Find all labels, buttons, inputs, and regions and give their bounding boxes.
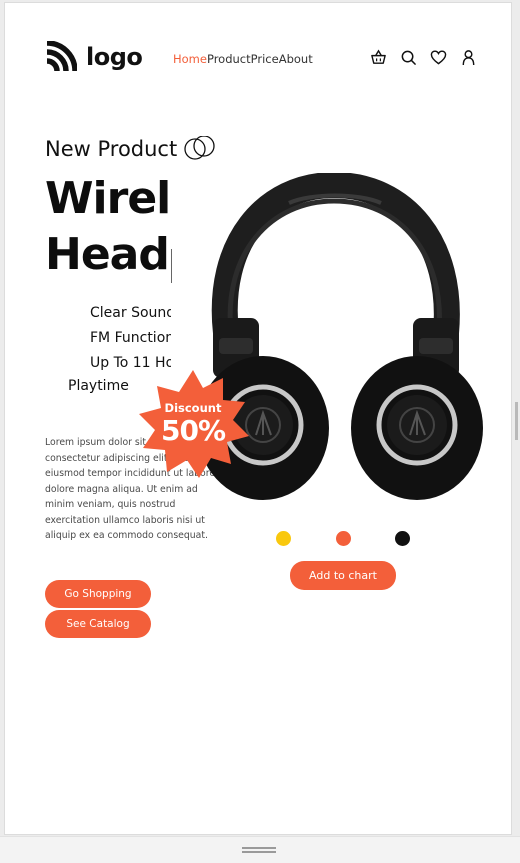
hero-kicker: New Product — [45, 136, 217, 162]
discount-value: 50% — [160, 414, 226, 447]
rings-icon — [184, 136, 215, 160]
description-line: aliquip ex ea commodo consequat. — [45, 530, 208, 541]
go-shopping-button[interactable]: Go Shopping — [45, 580, 151, 608]
feature-item: FM Function — [90, 330, 171, 346]
add-to-cart-button[interactable]: Add to chart — [290, 561, 396, 590]
color-swatch-black[interactable] — [395, 531, 410, 546]
color-swatch-yellow[interactable] — [276, 531, 291, 546]
drag-handle-icon[interactable] — [242, 847, 276, 853]
nav-item-price[interactable]: Price — [251, 52, 279, 66]
description-line: exercitation ullamco laboris nisi ut — [45, 514, 205, 526]
feature-item: Playtime — [68, 378, 129, 394]
nav-item-home[interactable]: Home — [173, 52, 207, 66]
hero-title: Wireless Headphones — [45, 171, 171, 291]
nav-item-product[interactable]: Product — [207, 52, 251, 66]
user-icon[interactable] — [460, 49, 477, 66]
title-line-1: Wireless — [45, 173, 171, 224]
logo-icon — [46, 41, 77, 72]
feature-item: Clear Sound — [90, 305, 171, 321]
logo[interactable]: logo — [45, 41, 143, 73]
main-nav: Home Product Price About — [173, 52, 313, 66]
see-catalog-button[interactable]: See Catalog — [45, 610, 151, 638]
color-swatch-orange[interactable] — [336, 531, 351, 546]
bottom-bar — [0, 836, 520, 863]
landing-page: logo Home Product Price About New Produc… — [4, 2, 512, 835]
logo-text: logo — [86, 43, 143, 71]
search-icon[interactable] — [400, 49, 417, 66]
discount-label: Discount — [164, 401, 222, 415]
kicker-text: New Product — [45, 137, 178, 161]
heart-icon[interactable] — [430, 49, 447, 66]
basket-icon[interactable] — [370, 49, 387, 66]
header-icons — [370, 49, 477, 66]
nav-item-about[interactable]: About — [279, 52, 313, 66]
scroll-indicator[interactable] — [515, 402, 518, 440]
title-line-2: Headphones — [45, 229, 171, 280]
